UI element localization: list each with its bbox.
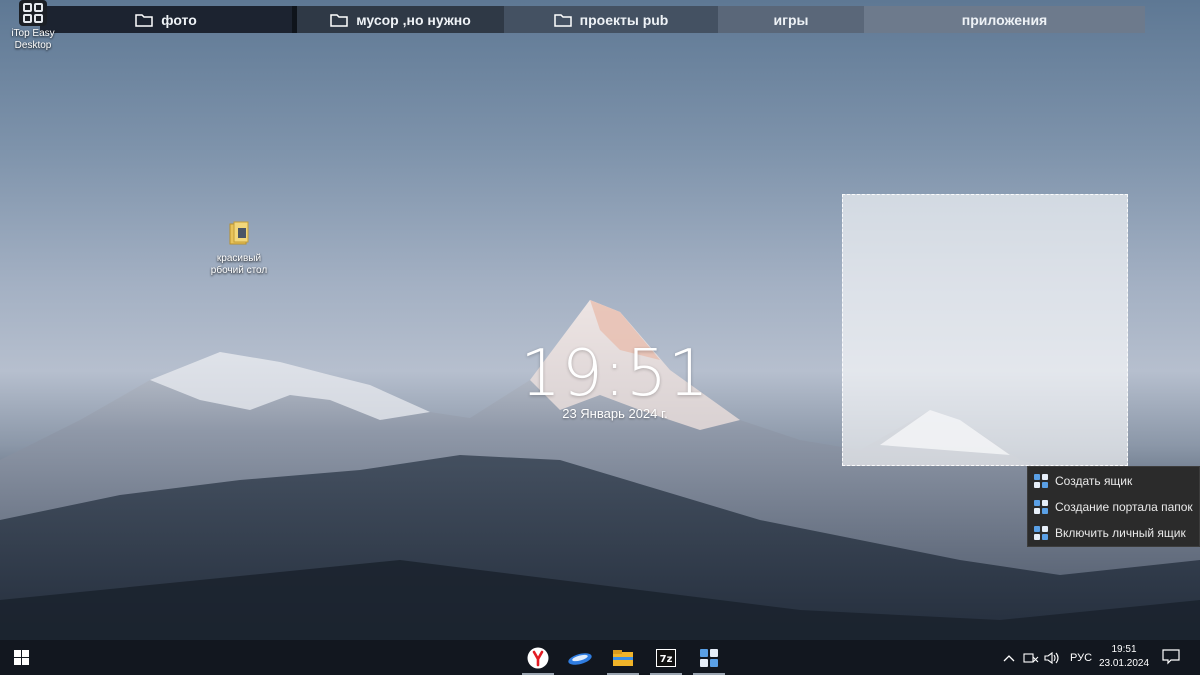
yandex-browser-icon bbox=[527, 647, 549, 668]
network-disconnected-icon bbox=[1023, 652, 1039, 663]
cloud-app-icon bbox=[568, 652, 592, 665]
windows-logo-icon bbox=[13, 650, 29, 665]
folder-icon bbox=[553, 13, 572, 27]
fence-tab-bar: фото мусор ,но нужно проекты pub игры пр… bbox=[40, 6, 1145, 33]
svg-text:7z: 7z bbox=[660, 654, 673, 665]
clock-widget: 19:51 23 Январь 2024 г. bbox=[500, 336, 730, 421]
chevron-up-icon bbox=[1003, 654, 1015, 661]
tray-time: 19:51 bbox=[1111, 644, 1137, 655]
file-explorer-icon bbox=[613, 649, 633, 666]
taskbar-app-file-explorer[interactable] bbox=[604, 640, 642, 675]
desktop-icon-label: красивый рбочий стол bbox=[210, 253, 268, 276]
taskbar-app-itop[interactable] bbox=[690, 640, 728, 675]
taskbar: 7z РУС 19:51 23.01.2024 bbox=[0, 640, 1200, 675]
fence-tab-foto[interactable]: фото bbox=[40, 6, 292, 33]
language-indicator: РУС bbox=[1070, 651, 1093, 664]
fence-tab-label: мусор ,но нужно bbox=[356, 11, 471, 28]
fence-tab-musor[interactable]: мусор ,но нужно bbox=[297, 6, 504, 33]
desktop-wallpaper[interactable]: фото мусор ,но нужно проекты pub игры пр… bbox=[0, 0, 1200, 675]
itop-menu-icon bbox=[1034, 474, 1048, 488]
fence-tab-label: приложения bbox=[961, 11, 1048, 28]
clock-time: 19:51 bbox=[520, 337, 710, 411]
7zip-icon: 7z bbox=[656, 648, 676, 667]
menu-item-label: Включить личный ящик bbox=[1055, 526, 1186, 540]
itop-easy-desktop-shortcut[interactable]: iTop Easy Desktop bbox=[2, 0, 64, 58]
folder-icon bbox=[135, 13, 153, 27]
itop-easy-desktop-icon bbox=[700, 648, 718, 667]
menu-item-create-folder-portal[interactable]: Создание портала папок bbox=[1028, 494, 1199, 520]
tray-show-hidden-button[interactable] bbox=[1003, 640, 1015, 675]
menu-item-label: Создать ящик bbox=[1055, 474, 1133, 488]
taskbar-app-cloud[interactable] bbox=[561, 640, 599, 675]
tray-network-button[interactable] bbox=[1023, 640, 1039, 675]
fence-tab-prilozheniya[interactable]: приложения bbox=[864, 6, 1145, 33]
itop-easy-desktop-icon bbox=[19, 0, 47, 26]
itop-menu-icon bbox=[1034, 526, 1048, 540]
speaker-icon bbox=[1044, 651, 1059, 664]
tray-language-button[interactable]: РУС bbox=[1070, 640, 1092, 675]
taskbar-app-yandex-browser[interactable] bbox=[519, 640, 557, 675]
fence-tab-label: фото bbox=[161, 11, 197, 28]
shortcut-label: iTop Easy Desktop bbox=[11, 28, 55, 51]
fence-selection-rectangle[interactable] bbox=[842, 194, 1128, 466]
taskbar-app-7zip[interactable]: 7z bbox=[647, 640, 685, 675]
folder-icon bbox=[229, 221, 249, 245]
tray-clock[interactable]: 19:51 23.01.2024 bbox=[1098, 643, 1150, 671]
fence-tab-label: игры bbox=[773, 11, 809, 28]
fence-tab-label: проекты pub bbox=[579, 11, 669, 28]
itop-menu-icon bbox=[1034, 500, 1048, 514]
menu-item-label: Создание портала папок bbox=[1055, 500, 1193, 514]
desktop-folder-icon-item[interactable]: красивый рбочий стол bbox=[198, 220, 280, 277]
notification-center-icon[interactable] bbox=[1162, 649, 1180, 665]
context-menu: Создать ящик Создание портала папок Вклю… bbox=[1027, 466, 1200, 547]
fence-tab-igry[interactable]: игры bbox=[718, 6, 864, 33]
tray-date: 23.01.2024 bbox=[1098, 658, 1150, 669]
menu-item-enable-private-box[interactable]: Включить личный ящик bbox=[1028, 520, 1199, 546]
tray-volume-button[interactable] bbox=[1044, 640, 1060, 675]
folder-icon bbox=[330, 13, 348, 27]
menu-item-create-box[interactable]: Создать ящик bbox=[1028, 468, 1199, 494]
start-button[interactable] bbox=[0, 640, 42, 675]
fence-tab-proekty[interactable]: проекты pub bbox=[504, 6, 718, 33]
